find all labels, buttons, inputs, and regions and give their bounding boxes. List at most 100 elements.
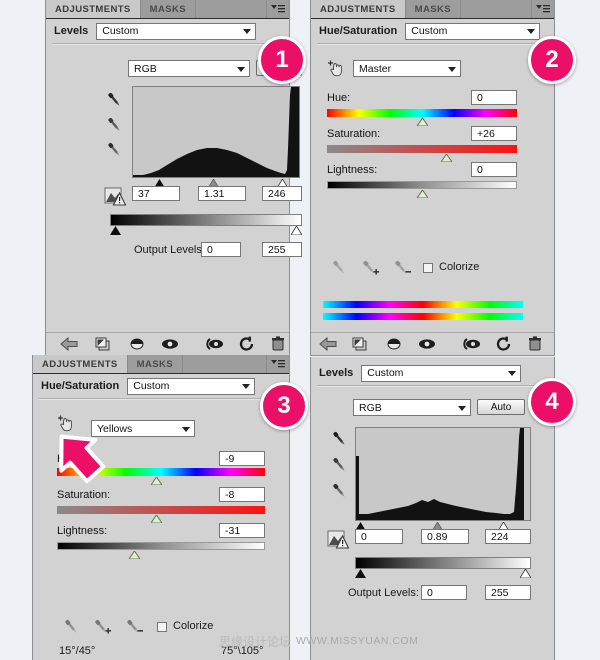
set-gray-point-eyedropper-icon[interactable]	[104, 115, 124, 138]
panel1-title: Levels	[54, 25, 89, 37]
tab-masks[interactable]: MASKS	[127, 355, 183, 373]
tabbar-filler	[195, 0, 267, 18]
panel3-hue-handle[interactable]	[150, 476, 163, 486]
panel1-output-gradient	[110, 214, 302, 226]
panel3-saturation-handle[interactable]	[150, 514, 163, 524]
panel1-output-label: Output Levels:	[134, 244, 205, 256]
panel2-toolbar	[311, 332, 554, 355]
pointer-arrow-icon	[50, 428, 108, 487]
eye-icon[interactable]	[417, 336, 437, 355]
tab-adjustments[interactable]: ADJUSTMENTS	[311, 0, 406, 18]
panel1-preset-select[interactable]: Custom	[96, 22, 257, 40]
set-white-point-eyedropper-icon[interactable]	[329, 481, 349, 504]
tab-adjustments[interactable]: ADJUSTMENTS	[33, 355, 128, 373]
panel3-saturation-field[interactable]: -8	[219, 487, 265, 502]
panel2-divider	[317, 43, 548, 45]
set-black-point-eyedropper-icon[interactable]	[104, 90, 124, 113]
histogram-warning-icon[interactable]	[327, 529, 350, 552]
panel2-preset-select[interactable]: Custom	[405, 22, 541, 40]
clip-to-layer-icon[interactable]	[60, 336, 78, 355]
panel2-hue-handle[interactable]	[416, 117, 429, 127]
panel4-input-gamma-field[interactable]: 0.89	[421, 529, 469, 544]
reset-icon[interactable]	[495, 336, 513, 355]
panel1-channel-select[interactable]: RGB	[128, 60, 250, 77]
toggle-view-icon[interactable]	[385, 336, 403, 355]
delete-icon[interactable]	[270, 336, 286, 355]
panel-menu-icon[interactable]	[532, 0, 554, 18]
panel1-input-white-field[interactable]: 246	[262, 186, 302, 201]
sample-color-eyedropper-icon[interactable]	[61, 617, 81, 640]
panel1-output-black-field[interactable]: 0	[201, 242, 241, 257]
sample-color-eyedropper-icon[interactable]	[329, 258, 349, 281]
panel2-colorize-checkbox[interactable]	[423, 263, 433, 273]
tab-adjustments[interactable]: ADJUSTMENTS	[46, 0, 141, 18]
panel2-lightness-rail[interactable]	[327, 181, 517, 189]
add-to-sample-eyedropper-icon[interactable]	[359, 258, 381, 281]
panel3-divider	[39, 398, 283, 400]
panel-menu-icon[interactable]	[267, 355, 289, 373]
panel1-input-black-field[interactable]: 37	[132, 186, 180, 201]
panel-menu-icon[interactable]	[267, 0, 289, 18]
levels-panel-1: ADJUSTMENTS MASKS Levels Custom RGB Auto	[45, 0, 303, 356]
panel4-title: Levels	[319, 367, 354, 379]
panel2-colorize-label: Colorize	[439, 261, 480, 273]
panel4-output-gradient	[355, 557, 531, 569]
tab-masks[interactable]: MASKS	[140, 0, 196, 18]
panel3-hue-field[interactable]: -9	[219, 451, 265, 466]
delete-icon[interactable]	[527, 336, 543, 355]
panel2-range-select[interactable]: Master	[353, 60, 461, 77]
step-badge-2: 2	[528, 36, 576, 84]
subtract-from-sample-eyedropper-icon[interactable]	[391, 258, 413, 281]
clip-to-layer-icon[interactable]	[319, 336, 337, 355]
panel4-histogram	[355, 427, 531, 521]
panel1-output-slider[interactable]	[110, 225, 303, 236]
panel3-lightness-rail[interactable]	[57, 542, 265, 550]
previous-state-icon[interactable]	[94, 336, 112, 355]
eye-icon[interactable]	[160, 336, 180, 355]
panel4-channel-select[interactable]: RGB	[353, 399, 471, 416]
panel3-preset-select[interactable]: Custom	[127, 377, 256, 395]
set-white-point-eyedropper-icon[interactable]	[104, 140, 124, 163]
panel1-preset-value: Custom	[102, 25, 139, 37]
white-output-marker[interactable]	[290, 225, 303, 236]
panel2-lightness-field[interactable]: 0	[471, 162, 517, 177]
panel2-lightness-handle[interactable]	[416, 189, 429, 199]
panel4-input-white-field[interactable]: 224	[485, 529, 531, 544]
subtract-from-sample-eyedropper-icon[interactable]	[123, 617, 145, 640]
panel2-saturation-field[interactable]: +26	[471, 126, 517, 141]
panel4-output-black-field[interactable]: 0	[421, 585, 467, 600]
panel2-saturation-rail[interactable]	[327, 145, 517, 153]
set-black-point-eyedropper-icon[interactable]	[329, 429, 349, 452]
panel2-hue-label: Hue:	[327, 92, 351, 104]
panel2-saturation-handle[interactable]	[440, 153, 453, 163]
reset-icon[interactable]	[238, 336, 256, 355]
panel3-saturation-rail[interactable]	[57, 506, 265, 514]
panel4-input-black-field[interactable]: 0	[355, 529, 403, 544]
white-output-marker[interactable]	[519, 568, 532, 579]
add-to-sample-eyedropper-icon[interactable]	[91, 617, 113, 640]
reset-view-icon[interactable]	[461, 336, 481, 355]
panel3-colorize-checkbox[interactable]	[157, 622, 167, 632]
panel1-input-gamma-field[interactable]: 1.31	[198, 186, 246, 201]
panel4-output-white-field[interactable]: 255	[485, 585, 531, 600]
tab-masks[interactable]: MASKS	[405, 0, 461, 18]
panel4-output-slider[interactable]	[355, 568, 532, 579]
toggle-view-icon[interactable]	[128, 336, 146, 355]
tabbar-filler	[182, 355, 267, 373]
panel2-hue-rail[interactable]	[327, 109, 517, 117]
panel4-preset-select[interactable]: Custom	[361, 364, 522, 382]
black-output-marker[interactable]	[355, 569, 366, 578]
histogram-warning-icon[interactable]	[104, 186, 127, 209]
black-output-marker[interactable]	[110, 226, 121, 235]
panel4-auto-button[interactable]: Auto	[477, 399, 525, 415]
set-gray-point-eyedropper-icon[interactable]	[329, 455, 349, 478]
panel1-output-white-field[interactable]: 255	[262, 242, 302, 257]
panel3-lightness-handle[interactable]	[128, 550, 141, 560]
panel4-preset-value: Custom	[367, 367, 404, 379]
reset-view-icon[interactable]	[204, 336, 224, 355]
panel2-hue-field[interactable]: 0	[471, 90, 517, 105]
hue-saturation-panel-2: ADJUSTMENTS MASKS Hue/Saturation Custom …	[310, 0, 555, 356]
targeted-adjustment-tool-icon[interactable]	[325, 56, 347, 81]
previous-state-icon[interactable]	[351, 336, 369, 355]
panel3-lightness-field[interactable]: -31	[219, 523, 265, 538]
